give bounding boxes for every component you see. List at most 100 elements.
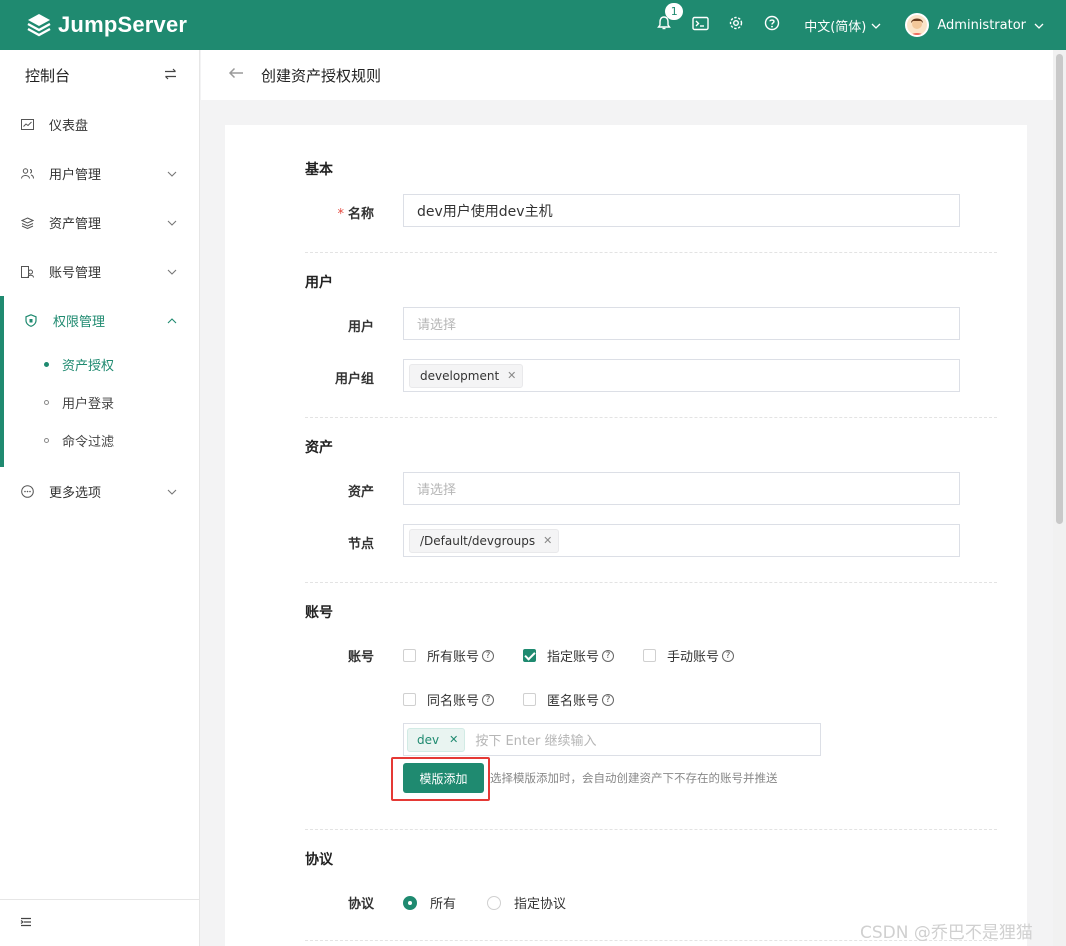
checkbox-anonymous-accounts[interactable]: 匿名账号 ? [523,690,615,709]
sidebar-item-assets[interactable]: 资产管理 [0,198,199,247]
name-input[interactable]: dev用户使用dev主机 [403,194,960,227]
sidebar-subitem-label: 资产授权 [62,358,115,374]
users-icon [20,167,34,181]
chevron-down-icon [167,484,177,499]
question-icon[interactable]: ? [722,649,735,662]
name-label-text: 名称 [347,207,374,222]
radio-specified-protocols[interactable]: 指定协议 [487,893,566,912]
checkbox-box-checked [523,649,536,662]
sidebar-header: 控制台 [0,50,199,100]
section-divider [305,582,997,583]
stack-icon [20,216,34,230]
avatar [905,13,930,37]
scrollbar[interactable] [1053,50,1066,946]
checkbox-label: 指定账号 [547,650,600,665]
name-label: * 名称 [294,203,374,222]
sidebar-item-label: 资产管理 [49,217,102,232]
section-account-title: 账号 [305,605,333,621]
logo-text: JumpServer [58,12,188,37]
checkbox-box [523,693,536,706]
notification-button[interactable]: 1 [646,0,684,50]
terminal-button[interactable] [682,0,718,50]
account-tag-input[interactable]: dev ✕ 按下 Enter 继续输入 [403,723,821,756]
checkbox-specified-accounts[interactable]: 指定账号 ? [523,646,615,665]
template-add-button[interactable]: 模版添加 [403,763,484,793]
chevron-down-icon [167,166,177,181]
question-icon[interactable]: ? [602,693,615,706]
question-icon [764,15,780,35]
back-arrow-icon[interactable] [228,67,246,83]
tag-close-icon[interactable]: ✕ [507,369,516,382]
question-icon[interactable]: ? [602,649,615,662]
logo[interactable]: JumpServer [26,0,187,50]
sidebar-item-permissions[interactable]: 权限管理 [4,296,199,345]
user-select[interactable]: 请选择 [403,307,960,340]
asset-select[interactable]: 请选择 [403,472,960,505]
tag-close-icon[interactable]: ✕ [543,534,552,547]
radio-all-protocols[interactable]: 所有 [403,893,456,912]
account-tag: dev ✕ [407,727,466,752]
sidebar-item-accounts[interactable]: 账号管理 [0,247,199,296]
section-asset-title: 资产 [305,440,333,456]
sidebar-subitem-label: 用户登录 [62,396,115,412]
chevron-down-icon [1034,18,1044,33]
template-hint: 选择模版添加时，会自动创建资产下不存在的账号并推送 [490,771,778,785]
question-icon[interactable]: ? [482,693,495,706]
language-label: 中文(简体) [804,19,867,35]
node-select[interactable]: /Default/devgroups ✕ [403,524,960,557]
settings-button[interactable] [718,0,754,50]
bullet-icon [44,399,49,405]
checkbox-label: 手动账号 [667,650,720,665]
user-group-tag: development ✕ [409,363,524,388]
sidebar-subitem-asset-permission[interactable]: 资产授权 [4,345,199,383]
user-menu[interactable]: Administrator [905,13,1044,37]
sidebar-item-label: 用户管理 [49,168,102,183]
section-protocol-title: 协议 [305,852,333,868]
watermark: CSDN @乔巴不是狸猫 [860,923,1033,943]
help-button[interactable] [754,0,790,50]
notification-badge: 1 [665,3,684,20]
account-label: 账号 [347,650,374,665]
checkbox-box [403,693,416,706]
asset-label: 资产 [347,485,374,500]
checkbox-same-name-accounts[interactable]: 同名账号 ? [403,690,495,709]
sidebar-item-label: 更多选项 [49,486,102,501]
node-label: 节点 [347,537,374,552]
scrollbar-thumb[interactable] [1056,54,1063,524]
sidebar-footer [0,899,200,946]
shield-icon [24,314,38,328]
node-tag: /Default/devgroups ✕ [409,528,560,553]
tag-text: dev [417,732,440,747]
section-divider [305,417,997,418]
checkbox-manual-accounts[interactable]: 手动账号 ? [643,646,735,665]
form-card: 基本 * 名称 dev用户使用dev主机 用户 用户 请选择 用户组 develo… [225,125,1027,946]
radio-label: 指定协议 [514,897,567,912]
section-divider [305,829,997,830]
sidebar-subitem-command-filter[interactable]: 命令过滤 [4,421,199,467]
sidebar-item-dashboard[interactable]: 仪表盘 [0,100,199,149]
switch-view-icon[interactable] [164,66,177,84]
tag-close-icon[interactable]: ✕ [449,733,458,746]
checkbox-label: 同名账号 [427,694,480,709]
user-group-label: 用户组 [334,372,374,387]
page-header: 创建资产授权规则 [201,50,1053,100]
chevron-down-icon [871,18,881,33]
sidebar-item-label: 权限管理 [53,315,106,330]
sidebar-item-users[interactable]: 用户管理 [0,149,199,198]
section-divider [305,252,997,253]
user-group-select[interactable]: development ✕ [403,359,960,392]
collapse-sidebar-icon[interactable] [20,916,32,931]
chevron-up-icon [167,313,177,328]
radio-dot-selected [403,895,417,910]
sidebar-subitem-user-login[interactable]: 用户登录 [4,383,199,421]
sidebar-item-label: 仪表盘 [49,119,89,134]
tag-text: /Default/devgroups [420,533,536,548]
question-icon[interactable]: ? [482,649,495,662]
sidebar-item-more[interactable]: 更多选项 [0,467,199,516]
language-selector[interactable]: 中文(简体) [804,16,881,35]
checkbox-all-accounts[interactable]: 所有账号 ? [403,646,495,665]
account-icon [20,265,34,279]
protocol-label: 协议 [347,897,374,912]
user-label: 用户 [347,320,374,335]
radio-dot [487,895,501,910]
